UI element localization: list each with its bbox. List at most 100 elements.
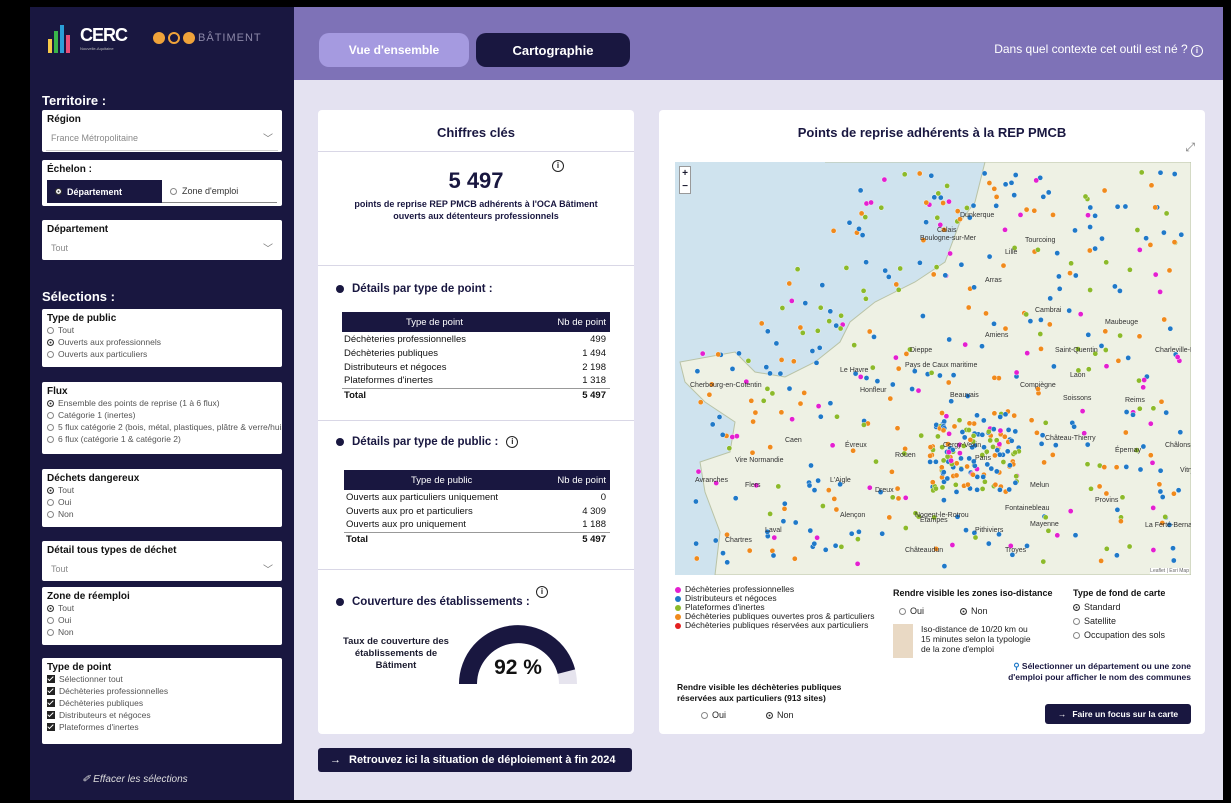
map-point[interactable]: [1150, 505, 1157, 511]
iso-option-oui[interactable]: Oui: [899, 606, 924, 616]
map-point[interactable]: [773, 340, 780, 347]
map-point[interactable]: [1092, 245, 1098, 252]
map-point[interactable]: [979, 431, 986, 438]
map-point[interactable]: [1157, 467, 1164, 474]
map-point[interactable]: [695, 468, 702, 475]
map-point[interactable]: [1001, 433, 1008, 440]
tab-map[interactable]: Cartographie: [476, 33, 630, 67]
basemap-option-standard[interactable]: Standard: [1073, 602, 1165, 612]
map-point[interactable]: [966, 427, 972, 433]
flux-option[interactable]: Ensemble des points de reprise (1 à 6 fl…: [42, 397, 282, 409]
map-point[interactable]: [851, 342, 857, 348]
map-point[interactable]: [763, 364, 770, 370]
map-point[interactable]: [1101, 187, 1108, 194]
map-view[interactable]: Dunkerque Boulogne-sur-Mer Calais Tourcoing…: [675, 162, 1191, 575]
map-point[interactable]: [962, 341, 969, 348]
map-point[interactable]: [963, 527, 969, 533]
map-point[interactable]: [869, 364, 876, 371]
dechets-option-tout[interactable]: Tout: [42, 484, 282, 496]
map-point[interactable]: [1170, 545, 1176, 552]
map-point[interactable]: [767, 511, 773, 517]
map-point[interactable]: [920, 313, 926, 319]
map-point[interactable]: [940, 200, 946, 206]
map-point[interactable]: [1012, 428, 1019, 435]
map-point[interactable]: [848, 530, 855, 537]
map-point[interactable]: [838, 543, 845, 550]
map-point[interactable]: [927, 459, 933, 465]
map-point[interactable]: [1045, 189, 1052, 196]
map-point[interactable]: [1103, 363, 1110, 369]
map-point[interactable]: [1011, 412, 1018, 419]
map-point[interactable]: [813, 359, 820, 366]
map-point[interactable]: [1041, 459, 1047, 466]
map-point[interactable]: [767, 370, 773, 377]
map-point[interactable]: [811, 540, 818, 547]
map-point[interactable]: [1103, 259, 1110, 266]
departement-dropdown[interactable]: Département Tout ﹀: [42, 220, 282, 260]
iso-option-non[interactable]: Non: [960, 606, 988, 616]
map-point[interactable]: [1050, 212, 1056, 218]
map-point[interactable]: [816, 344, 823, 351]
tab-overview[interactable]: Vue d'ensemble: [319, 33, 469, 67]
map-point[interactable]: [1072, 532, 1079, 539]
map-point[interactable]: [992, 481, 999, 488]
map-point[interactable]: [800, 330, 806, 336]
dechets-option-oui[interactable]: Oui: [42, 496, 282, 508]
reemploi-option-non[interactable]: Non: [42, 626, 282, 638]
map-point[interactable]: [935, 433, 941, 440]
map-point[interactable]: [933, 264, 940, 270]
map-point[interactable]: [1056, 286, 1063, 292]
map-point[interactable]: [971, 284, 977, 291]
map-point[interactable]: [951, 423, 958, 430]
type-public-option-part[interactable]: Ouverts aux particuliers: [42, 348, 282, 360]
map-point[interactable]: [1152, 204, 1159, 211]
map-point[interactable]: [879, 530, 885, 537]
map-point[interactable]: [1000, 262, 1007, 269]
map-point[interactable]: [939, 410, 945, 416]
map-point[interactable]: [1012, 479, 1019, 486]
clear-selections-button[interactable]: ✐ Effacer les sélections: [82, 774, 188, 785]
map-point[interactable]: [990, 426, 997, 432]
map-point[interactable]: [758, 320, 765, 327]
flux-option[interactable]: Catégorie 1 (inertes): [42, 409, 282, 421]
public-option-non[interactable]: Non: [766, 710, 794, 721]
map-point[interactable]: [1049, 452, 1056, 458]
map-point[interactable]: [1122, 203, 1129, 210]
map-point[interactable]: [930, 271, 937, 278]
map-point[interactable]: [894, 485, 901, 492]
map-point[interactable]: [1140, 384, 1147, 391]
map-point[interactable]: [1143, 235, 1149, 241]
map-point[interactable]: [789, 416, 795, 423]
map-point[interactable]: [1175, 487, 1182, 494]
map-point[interactable]: [881, 176, 888, 183]
map-point[interactable]: [1038, 317, 1044, 323]
map-point[interactable]: [709, 421, 716, 428]
map-point[interactable]: [1085, 331, 1092, 338]
map-point[interactable]: [1178, 231, 1185, 238]
map-point[interactable]: [997, 414, 1004, 420]
map-point[interactable]: [750, 418, 756, 425]
map-point[interactable]: [729, 434, 736, 440]
map-point[interactable]: [778, 357, 785, 363]
map-point[interactable]: [822, 546, 829, 553]
map-point[interactable]: [950, 372, 957, 378]
map-point[interactable]: [980, 474, 987, 480]
map-point[interactable]: [918, 432, 924, 439]
map-point[interactable]: [827, 400, 834, 406]
map-point[interactable]: [827, 308, 834, 315]
map-point[interactable]: [1096, 483, 1103, 490]
map-point[interactable]: [1156, 481, 1163, 488]
map-point[interactable]: [1150, 405, 1157, 412]
map-point[interactable]: [808, 462, 814, 469]
map-point[interactable]: [897, 265, 903, 272]
map-point[interactable]: [902, 494, 909, 501]
map-point[interactable]: [736, 350, 742, 357]
map-point[interactable]: [927, 444, 934, 450]
map-point[interactable]: [947, 250, 953, 257]
map-point[interactable]: [1177, 429, 1184, 436]
map-point[interactable]: [940, 427, 947, 434]
map-point[interactable]: [863, 375, 870, 381]
map-point[interactable]: [983, 448, 990, 455]
map-point[interactable]: [1099, 235, 1105, 242]
map-point[interactable]: [782, 500, 788, 507]
